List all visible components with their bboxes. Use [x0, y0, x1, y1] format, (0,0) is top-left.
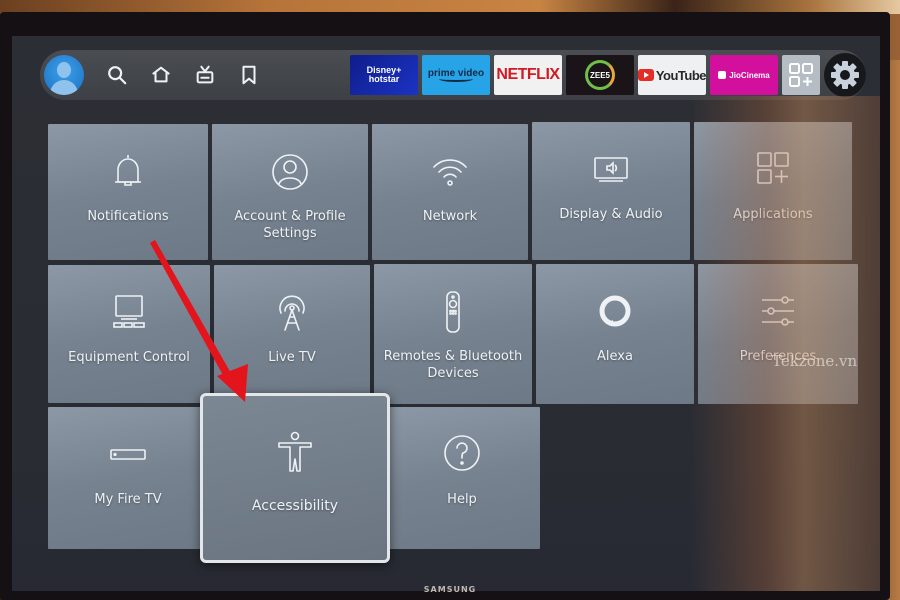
tile-label: Alexa — [597, 349, 633, 364]
tile-remotes-bluetooth[interactable]: Remotes & Bluetooth Devices — [374, 264, 532, 404]
tile-help[interactable]: Help — [384, 407, 540, 549]
help-icon — [440, 433, 484, 477]
tile-label: Account & Profile Settings — [234, 209, 346, 241]
jiocinema-logo: JioCinema — [729, 70, 770, 80]
bell-icon — [106, 150, 150, 194]
bookmark-icon[interactable] — [238, 64, 260, 86]
tile-notifications[interactable]: Notifications — [48, 124, 208, 260]
settings-button[interactable] — [824, 53, 866, 97]
app-hotstar[interactable]: Disney+ hotstar — [350, 55, 418, 95]
youtube-play-icon — [638, 69, 654, 81]
fire-tv-device-icon — [106, 433, 150, 477]
display-audio-icon — [589, 148, 633, 192]
app-jiocinema[interactable]: JioCinema — [710, 55, 778, 95]
top-nav-bar: Disney+ hotstar prime video NETFLIX ZEE5 — [40, 50, 866, 100]
app-prime-video[interactable]: prime video — [422, 55, 490, 95]
tile-my-fire-tv[interactable]: My Fire TV — [48, 407, 208, 549]
app-row: Disney+ hotstar prime video NETFLIX ZEE5 — [350, 55, 820, 95]
tile-account-profile-settings[interactable]: Account & Profile Settings — [212, 124, 368, 260]
remote-icon — [431, 290, 475, 334]
account-icon — [268, 150, 312, 194]
tile-label: Display & Audio — [559, 207, 663, 222]
avatar-head — [57, 62, 71, 78]
applications-icon — [751, 148, 795, 192]
profile-avatar[interactable] — [44, 55, 84, 95]
tile-label: Network — [422, 209, 478, 224]
tile-display-audio[interactable]: Display & Audio — [532, 122, 690, 260]
hotstar-logo: Disney+ hotstar — [367, 66, 402, 84]
tv-bezel: Disney+ hotstar prime video NETFLIX ZEE5 — [0, 12, 890, 600]
app-zee5[interactable]: ZEE5 — [566, 55, 634, 95]
tile-label: Help — [447, 492, 477, 507]
netflix-logo: NETFLIX — [496, 66, 560, 83]
avatar-body — [50, 80, 78, 95]
all-apps-button[interactable] — [782, 55, 820, 95]
tile-label: My Fire TV — [94, 492, 162, 507]
home-icon[interactable] — [150, 64, 172, 86]
zee5-logo: ZEE5 — [589, 70, 610, 80]
tile-label: Remotes & Bluetooth Devices — [383, 349, 523, 381]
tile-label: Equipment Control — [68, 350, 190, 365]
zee5-ring-icon: ZEE5 — [585, 60, 615, 90]
search-icon[interactable] — [106, 64, 128, 86]
tile-label: Live TV — [268, 350, 316, 365]
watermark: Tekzone.vn — [772, 352, 858, 370]
tile-applications[interactable]: Applications — [694, 122, 852, 260]
tile-label: Notifications — [87, 209, 169, 224]
tile-alexa[interactable]: Alexa — [536, 264, 694, 404]
accessibility-icon — [273, 430, 317, 474]
app-netflix[interactable]: NETFLIX — [494, 55, 562, 95]
app-youtube[interactable]: YouTube — [638, 55, 706, 95]
antenna-icon — [270, 291, 314, 335]
equipment-icon — [107, 291, 151, 335]
sliders-icon — [756, 290, 800, 334]
hotstar-logo-line2: hotstar — [368, 74, 400, 84]
alexa-icon — [593, 290, 637, 334]
tile-accessibility[interactable]: Accessibility — [200, 393, 390, 563]
tile-label: Accessibility — [251, 498, 339, 514]
tile-live-tv[interactable]: Live TV — [214, 265, 370, 403]
tv-brand-logo: SAMSUNG — [423, 585, 477, 594]
wifi-icon — [428, 150, 472, 194]
youtube-logo: YouTube — [655, 67, 706, 83]
tv-screen: Disney+ hotstar prime video NETFLIX ZEE5 — [12, 36, 880, 591]
apps-grid-icon — [789, 63, 813, 87]
tile-label: Applications — [733, 207, 813, 222]
live-tv-icon[interactable] — [194, 64, 216, 86]
jiocinema-icon — [718, 71, 727, 79]
tile-preferences[interactable]: Preferences — [698, 264, 858, 404]
tile-network[interactable]: Network — [372, 124, 528, 260]
tile-equipment-control[interactable]: Equipment Control — [48, 265, 210, 403]
gear-icon — [831, 61, 859, 89]
prime-smile-icon — [439, 76, 473, 82]
